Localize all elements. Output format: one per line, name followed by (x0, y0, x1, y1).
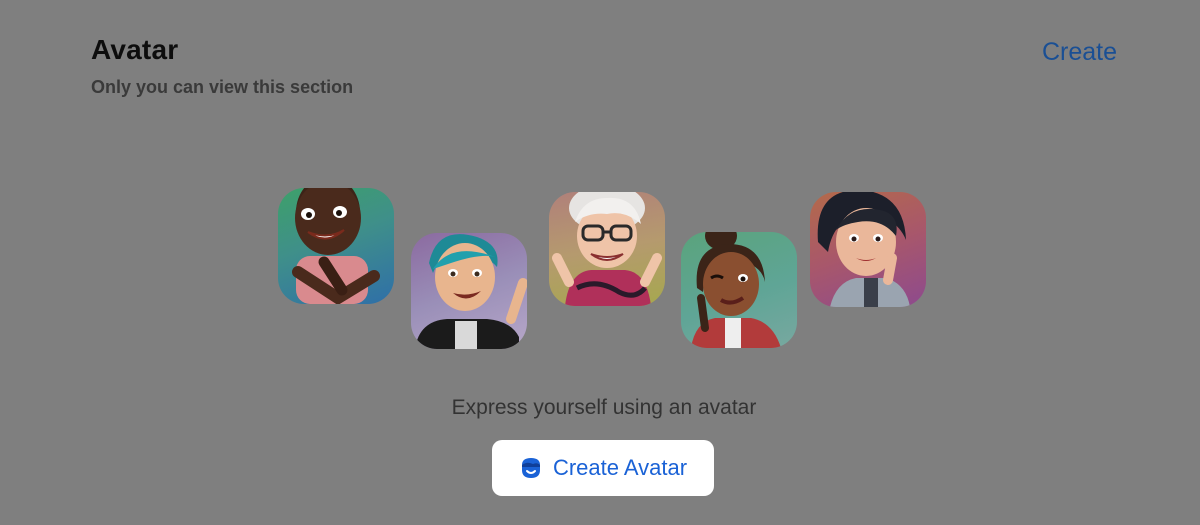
create-avatar-button[interactable]: Create Avatar (492, 440, 714, 496)
create-avatar-label: Create Avatar (552, 455, 688, 480)
section-subtitle: Only you can view this section (91, 77, 354, 97)
avatar-illustration (681, 232, 797, 348)
avatar-face-icon (519, 456, 543, 480)
section-title: Avatar (91, 34, 179, 65)
avatar-section: Avatar Only you can view this section Cr… (0, 0, 1200, 525)
create-link[interactable]: Create (1042, 38, 1117, 67)
avatar-illustration (278, 188, 394, 304)
avatar-illustration (411, 233, 527, 349)
tagline: Express yourself using an avatar (451, 396, 757, 419)
avatar-illustration (810, 192, 926, 307)
avatar-illustration (549, 192, 665, 306)
